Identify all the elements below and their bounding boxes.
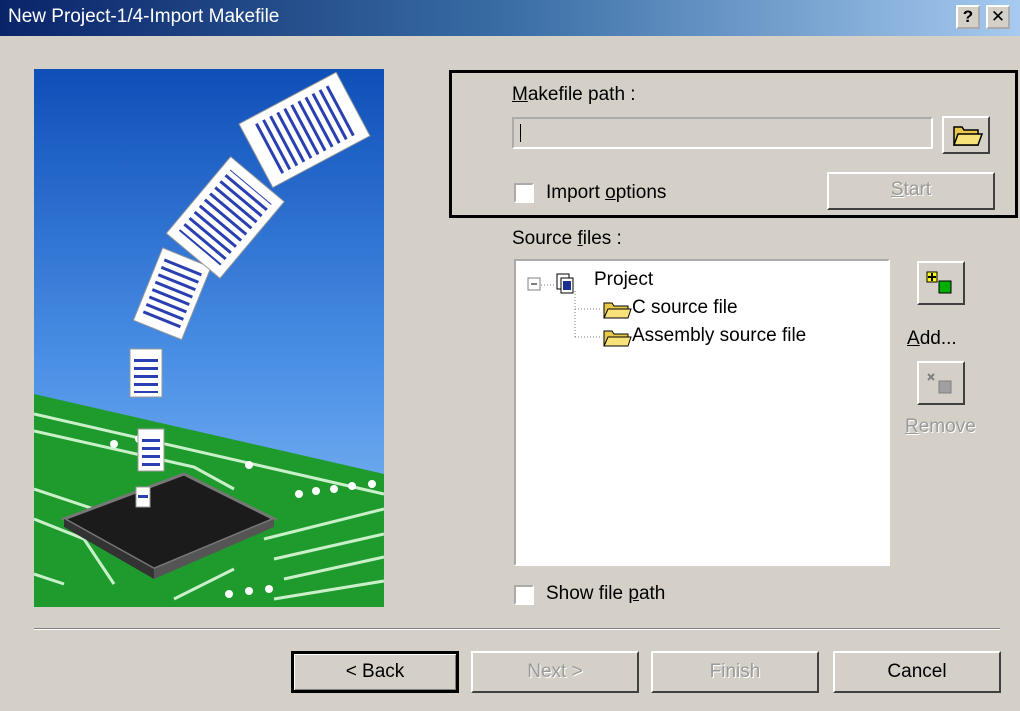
browse-folder-button[interactable] [942,116,990,154]
source-files-label: Source files : [512,228,622,249]
tree-item-assembly-source[interactable]: Assembly source file [632,325,806,347]
import-options-label: Import options [546,182,667,203]
footer-separator [34,628,1000,630]
add-file-button[interactable] [917,261,965,305]
tree-item-c-source[interactable]: C source file [632,297,738,319]
add-icon [926,271,952,294]
window-title: New Project-1/4-Import Makefile [8,6,280,27]
tree-root-project[interactable]: Project [594,269,653,291]
title-bar: New Project-1/4-Import Makefile ? ✕ [0,0,1020,36]
folder-icon [603,330,632,347]
makefile-path-input[interactable] [512,117,933,149]
folder-icon [603,302,632,319]
source-files-tree[interactable]: Project C source file Assembly source fi… [514,259,890,566]
next-button[interactable]: Next > [471,651,639,693]
project-icon [556,273,574,294]
remove-icon [927,373,952,394]
remove-label[interactable]: Remove [905,416,976,438]
wizard-illustration [34,69,384,607]
finish-button[interactable]: Finish [651,651,819,693]
back-button[interactable]: < Back [291,651,459,693]
start-button[interactable]: Start [827,172,995,210]
remove-file-button[interactable] [917,361,965,405]
import-options-checkbox[interactable] [514,183,534,203]
makefile-path-label: Makefile path : [512,84,636,105]
help-button[interactable]: ? [956,5,980,29]
cancel-button[interactable]: Cancel [833,651,1001,693]
show-file-path-label: Show file path [546,583,666,604]
add-label[interactable]: Add... [907,328,957,350]
close-button[interactable]: ✕ [986,5,1010,29]
show-file-path-checkbox[interactable] [514,585,534,605]
folder-icon [952,126,984,146]
